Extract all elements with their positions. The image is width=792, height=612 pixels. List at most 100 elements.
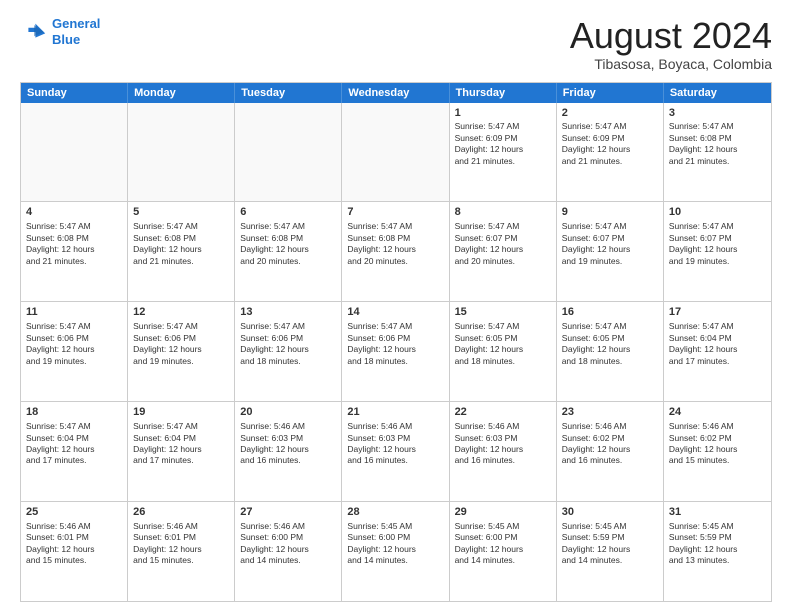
day-info-line: and 18 minutes. [455, 356, 551, 367]
day-info-line: and 18 minutes. [347, 356, 443, 367]
day-info-line: and 16 minutes. [240, 455, 336, 466]
empty-cell-r0c1 [128, 103, 235, 202]
month-year: August 2024 [570, 16, 772, 56]
day-info-line: Sunrise: 5:46 AM [240, 421, 336, 432]
day-info-line: Sunrise: 5:46 AM [562, 421, 658, 432]
header: General Blue August 2024 Tibasosa, Boyac… [20, 16, 772, 72]
day-info-line: Sunset: 6:00 PM [347, 532, 443, 543]
day-number-11: 11 [26, 305, 122, 320]
day-number-6: 6 [240, 205, 336, 220]
day-info-line: Sunrise: 5:46 AM [669, 421, 766, 432]
day-cell-29: 29Sunrise: 5:45 AMSunset: 6:00 PMDayligh… [450, 502, 557, 601]
day-cell-1: 1Sunrise: 5:47 AMSunset: 6:09 PMDaylight… [450, 103, 557, 202]
day-number-30: 30 [562, 505, 658, 520]
day-info-line: Sunrise: 5:47 AM [347, 221, 443, 232]
day-cell-15: 15Sunrise: 5:47 AMSunset: 6:05 PMDayligh… [450, 302, 557, 401]
day-cell-21: 21Sunrise: 5:46 AMSunset: 6:03 PMDayligh… [342, 402, 449, 501]
day-info-line: Daylight: 12 hours [455, 444, 551, 455]
day-info-line: Sunset: 6:00 PM [455, 532, 551, 543]
day-info-line: Daylight: 12 hours [562, 444, 658, 455]
empty-cell-r0c3 [342, 103, 449, 202]
day-info-line: and 17 minutes. [133, 455, 229, 466]
day-info-line: Sunset: 6:08 PM [26, 233, 122, 244]
day-info-line: Daylight: 12 hours [562, 344, 658, 355]
logo: General Blue [20, 16, 100, 47]
day-info-line: Sunset: 6:03 PM [240, 433, 336, 444]
day-info-line: Daylight: 12 hours [562, 544, 658, 555]
day-info-line: Daylight: 12 hours [669, 544, 766, 555]
day-info-line: Sunrise: 5:45 AM [347, 521, 443, 532]
day-info-line: Daylight: 12 hours [669, 444, 766, 455]
day-info-line: and 15 minutes. [26, 555, 122, 566]
day-info-line: Sunrise: 5:47 AM [669, 321, 766, 332]
day-info-line: Sunrise: 5:47 AM [240, 221, 336, 232]
day-info-line: Sunrise: 5:47 AM [455, 121, 551, 132]
day-info-line: Sunrise: 5:47 AM [347, 321, 443, 332]
day-cell-12: 12Sunrise: 5:47 AMSunset: 6:06 PMDayligh… [128, 302, 235, 401]
day-info-line: Daylight: 12 hours [669, 244, 766, 255]
empty-cell-r0c2 [235, 103, 342, 202]
day-info-line: Sunrise: 5:47 AM [669, 121, 766, 132]
calendar-row-4: 18Sunrise: 5:47 AMSunset: 6:04 PMDayligh… [21, 401, 771, 501]
day-info-line: Sunset: 6:00 PM [240, 532, 336, 543]
day-cell-24: 24Sunrise: 5:46 AMSunset: 6:02 PMDayligh… [664, 402, 771, 501]
day-info-line: Daylight: 12 hours [455, 144, 551, 155]
day-info-line: Sunset: 5:59 PM [669, 532, 766, 543]
day-info-line: Sunrise: 5:45 AM [669, 521, 766, 532]
day-cell-23: 23Sunrise: 5:46 AMSunset: 6:02 PMDayligh… [557, 402, 664, 501]
day-number-14: 14 [347, 305, 443, 320]
day-info-line: Sunset: 6:02 PM [669, 433, 766, 444]
day-info-line: Sunrise: 5:47 AM [133, 321, 229, 332]
day-info-line: Daylight: 12 hours [133, 444, 229, 455]
day-cell-9: 9Sunrise: 5:47 AMSunset: 6:07 PMDaylight… [557, 202, 664, 301]
day-info-line: Sunset: 6:05 PM [455, 333, 551, 344]
day-number-7: 7 [347, 205, 443, 220]
day-cell-14: 14Sunrise: 5:47 AMSunset: 6:06 PMDayligh… [342, 302, 449, 401]
day-number-2: 2 [562, 106, 658, 121]
header-day-monday: Monday [128, 83, 235, 103]
day-cell-19: 19Sunrise: 5:47 AMSunset: 6:04 PMDayligh… [128, 402, 235, 501]
day-info-line: and 16 minutes. [562, 455, 658, 466]
day-info-line: Sunset: 6:04 PM [669, 333, 766, 344]
day-info-line: Sunset: 6:05 PM [562, 333, 658, 344]
day-info-line: Sunrise: 5:47 AM [133, 221, 229, 232]
day-info-line: Sunrise: 5:47 AM [455, 221, 551, 232]
day-info-line: Sunset: 5:59 PM [562, 532, 658, 543]
day-cell-31: 31Sunrise: 5:45 AMSunset: 5:59 PMDayligh… [664, 502, 771, 601]
day-info-line: Sunset: 6:09 PM [455, 133, 551, 144]
day-number-18: 18 [26, 405, 122, 420]
day-info-line: and 20 minutes. [455, 256, 551, 267]
day-info-line: and 21 minutes. [455, 156, 551, 167]
day-number-25: 25 [26, 505, 122, 520]
day-info-line: Sunrise: 5:47 AM [455, 321, 551, 332]
day-cell-17: 17Sunrise: 5:47 AMSunset: 6:04 PMDayligh… [664, 302, 771, 401]
day-info-line: Daylight: 12 hours [562, 244, 658, 255]
day-info-line: Daylight: 12 hours [669, 344, 766, 355]
day-info-line: Daylight: 12 hours [133, 544, 229, 555]
day-cell-30: 30Sunrise: 5:45 AMSunset: 5:59 PMDayligh… [557, 502, 664, 601]
day-info-line: and 19 minutes. [669, 256, 766, 267]
day-info-line: Sunset: 6:01 PM [133, 532, 229, 543]
calendar-row-3: 11Sunrise: 5:47 AMSunset: 6:06 PMDayligh… [21, 301, 771, 401]
calendar-row-5: 25Sunrise: 5:46 AMSunset: 6:01 PMDayligh… [21, 501, 771, 601]
calendar-row-1: 1Sunrise: 5:47 AMSunset: 6:09 PMDaylight… [21, 103, 771, 202]
day-info-line: and 14 minutes. [455, 555, 551, 566]
day-number-29: 29 [455, 505, 551, 520]
day-cell-22: 22Sunrise: 5:46 AMSunset: 6:03 PMDayligh… [450, 402, 557, 501]
day-info-line: Sunrise: 5:47 AM [26, 321, 122, 332]
header-day-wednesday: Wednesday [342, 83, 449, 103]
day-cell-3: 3Sunrise: 5:47 AMSunset: 6:08 PMDaylight… [664, 103, 771, 202]
day-cell-5: 5Sunrise: 5:47 AMSunset: 6:08 PMDaylight… [128, 202, 235, 301]
day-info-line: and 18 minutes. [562, 356, 658, 367]
day-info-line: and 14 minutes. [240, 555, 336, 566]
header-day-friday: Friday [557, 83, 664, 103]
day-info-line: Sunrise: 5:45 AM [455, 521, 551, 532]
day-info-line: Sunset: 6:07 PM [562, 233, 658, 244]
calendar: SundayMondayTuesdayWednesdayThursdayFrid… [20, 82, 772, 602]
logo-general: General [52, 16, 100, 31]
day-number-28: 28 [347, 505, 443, 520]
day-info-line: Daylight: 12 hours [347, 544, 443, 555]
day-number-31: 31 [669, 505, 766, 520]
day-cell-25: 25Sunrise: 5:46 AMSunset: 6:01 PMDayligh… [21, 502, 128, 601]
day-number-4: 4 [26, 205, 122, 220]
